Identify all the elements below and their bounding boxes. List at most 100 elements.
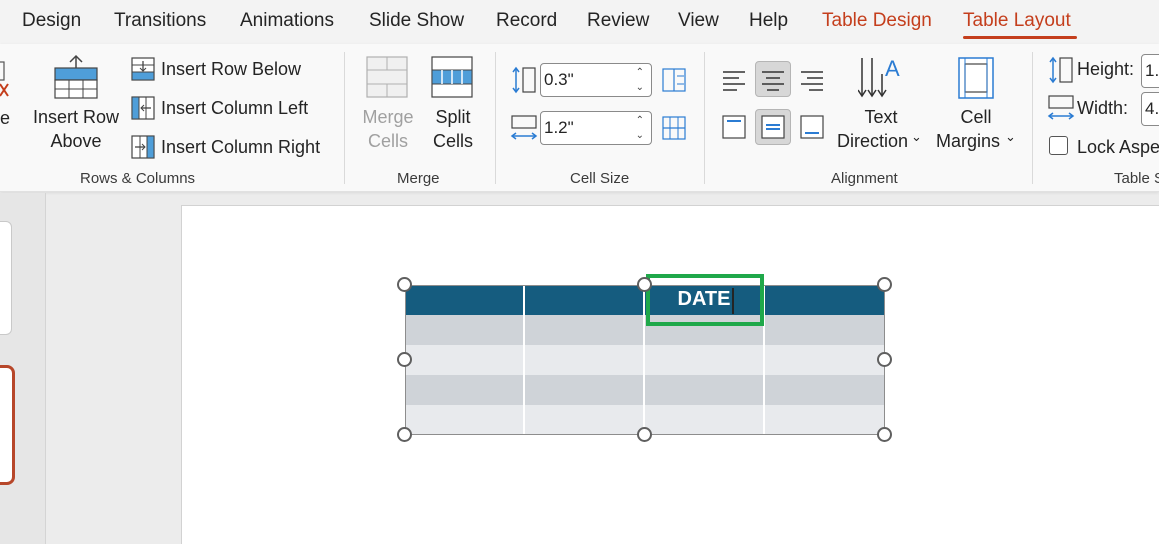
split-cells-label-1[interactable]: Split (418, 107, 488, 128)
row-height-value[interactable]: 0.3" (544, 70, 574, 90)
tab-transitions[interactable]: Transitions (114, 10, 206, 32)
ribbon: e Insert Row Above Insert Row Below Inse… (0, 44, 1159, 192)
insert-column-left-icon[interactable] (131, 96, 155, 120)
table-cell[interactable] (645, 405, 765, 434)
resize-handle[interactable] (877, 427, 892, 442)
table-cell[interactable] (525, 345, 645, 375)
table-width-input[interactable]: 4. (1141, 92, 1159, 126)
distribute-rows-icon[interactable] (662, 68, 686, 92)
align-center-button[interactable] (755, 61, 791, 97)
cell-margins-icon[interactable] (957, 56, 995, 100)
table-width-icon (1047, 95, 1075, 120)
tab-record[interactable]: Record (496, 10, 557, 32)
split-cells-label-2[interactable]: Cells (418, 131, 488, 152)
group-separator (344, 52, 345, 184)
resize-handle[interactable] (397, 277, 412, 292)
align-top-button[interactable] (716, 109, 752, 145)
split-cells-icon[interactable] (431, 56, 473, 98)
table-cell[interactable] (765, 405, 884, 434)
table-cell[interactable] (406, 286, 525, 315)
table-width-value[interactable]: 4. (1145, 99, 1159, 119)
text-direction-label-2[interactable]: Direction (837, 131, 908, 152)
tab-view[interactable]: View (678, 10, 719, 32)
delete-table-icon[interactable] (0, 58, 10, 98)
table-cell[interactable] (406, 345, 525, 375)
spin-down-icon[interactable]: ⌄ (636, 83, 644, 93)
align-left-button[interactable] (716, 61, 752, 97)
insert-column-left-button[interactable]: Insert Column Left (161, 98, 308, 119)
spin-up-icon[interactable]: ⌃ (636, 116, 644, 126)
tab-design[interactable]: Design (22, 10, 81, 32)
table-cell[interactable] (406, 315, 525, 345)
group-separator (1032, 52, 1033, 184)
table-height-value[interactable]: 1. (1145, 61, 1159, 81)
row-height-icon (512, 66, 536, 94)
align-top-icon (722, 115, 746, 139)
table-cell[interactable] (645, 345, 765, 375)
resize-handle[interactable] (637, 277, 652, 292)
table-row-height-spinner[interactable]: 0.3" ⌃ ⌄ (540, 63, 652, 97)
chevron-down-icon[interactable]: ⌄ (1005, 129, 1016, 145)
resize-handle[interactable] (397, 352, 412, 367)
insert-row-above-icon[interactable] (54, 54, 98, 100)
merge-cells-icon (366, 56, 408, 98)
tab-review[interactable]: Review (587, 10, 649, 32)
slide-table[interactable] (405, 285, 885, 435)
spin-up-icon[interactable]: ⌃ (636, 68, 644, 78)
insert-row-below-icon[interactable] (131, 57, 155, 81)
tab-table-design[interactable]: Table Design (822, 10, 932, 32)
table-row[interactable] (406, 345, 884, 375)
tab-animations[interactable]: Animations (240, 10, 334, 32)
table-row[interactable] (406, 375, 884, 405)
svg-text:A: A (885, 56, 900, 81)
column-width-icon (510, 115, 538, 140)
table-cell[interactable] (406, 405, 525, 434)
resize-handle[interactable] (637, 427, 652, 442)
table-cell[interactable] (406, 375, 525, 405)
merge-cells-label-1: Merge (362, 107, 414, 127)
merge-cells-label-2: Cells (367, 131, 408, 151)
column-width-value[interactable]: 1.2" (544, 118, 574, 138)
table-cell[interactable] (525, 315, 645, 345)
spin-down-icon[interactable]: ⌄ (636, 131, 644, 141)
table-cell[interactable] (645, 375, 765, 405)
table-height-input[interactable]: 1. (1141, 54, 1159, 88)
table-cell[interactable] (765, 286, 884, 315)
insert-row-above-label-2[interactable]: Above (30, 131, 122, 152)
insert-column-right-button[interactable]: Insert Column Right (161, 137, 320, 158)
chevron-down-icon[interactable]: ⌄ (911, 129, 922, 145)
align-bottom-button[interactable] (794, 109, 830, 145)
table-cell[interactable] (525, 286, 645, 315)
slide-thumbnail[interactable] (0, 221, 12, 335)
lock-aspect-checkbox[interactable] (1049, 136, 1068, 155)
table-cell[interactable] (525, 405, 645, 434)
text-direction-icon[interactable]: A (858, 56, 904, 100)
slide-thumbnail-pane (0, 193, 46, 544)
tab-help[interactable]: Help (749, 10, 788, 32)
table-cell[interactable] (765, 345, 884, 375)
table-row[interactable] (406, 315, 884, 345)
resize-handle[interactable] (877, 277, 892, 292)
delete-button-label[interactable]: e (0, 108, 10, 129)
insert-row-below-button[interactable]: Insert Row Below (161, 59, 301, 80)
cell-margins-label-1[interactable]: Cell (936, 107, 1016, 128)
table-cell[interactable] (765, 375, 884, 405)
table-column-width-spinner[interactable]: 1.2" ⌃ ⌄ (540, 111, 652, 145)
table-cell[interactable] (765, 315, 884, 345)
resize-handle[interactable] (877, 352, 892, 367)
tab-table-layout[interactable]: Table Layout (963, 10, 1071, 32)
group-separator (495, 52, 496, 184)
insert-column-right-icon[interactable] (131, 135, 155, 159)
tab-slide-show[interactable]: Slide Show (369, 10, 464, 32)
align-right-button[interactable] (794, 61, 830, 97)
distribute-columns-icon[interactable] (662, 116, 686, 140)
resize-handle[interactable] (397, 427, 412, 442)
lock-aspect-label[interactable]: Lock Aspe (1077, 137, 1159, 158)
cell-margins-label-2[interactable]: Margins (936, 131, 1000, 152)
rows-columns-group-label: Rows & Columns (80, 170, 196, 187)
insert-row-above-label-1[interactable]: Insert Row (30, 107, 122, 128)
table-cell[interactable] (525, 375, 645, 405)
align-middle-button[interactable] (755, 109, 791, 145)
slide-thumbnail-selected[interactable] (0, 365, 15, 485)
text-direction-label-1[interactable]: Text (834, 107, 928, 128)
